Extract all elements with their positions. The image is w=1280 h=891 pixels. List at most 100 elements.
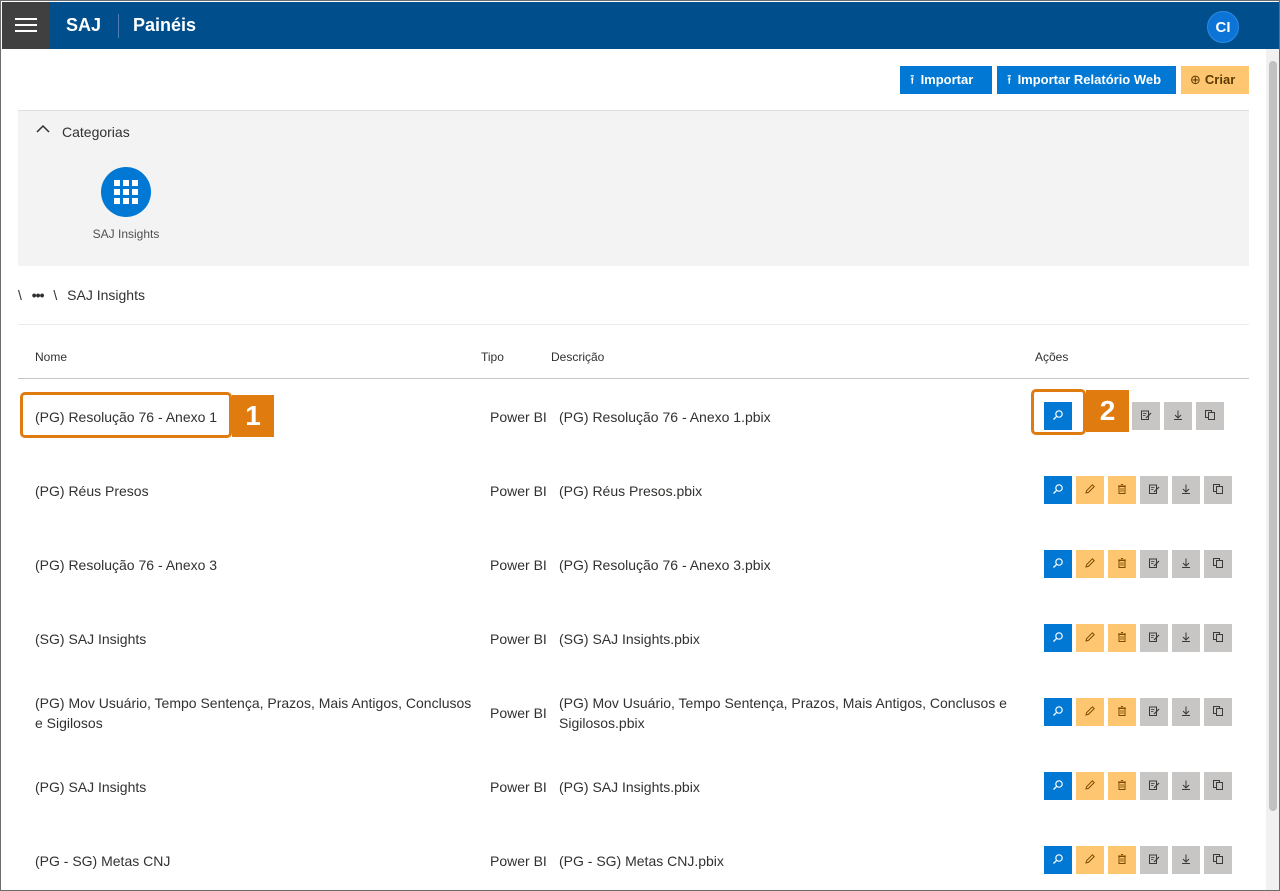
row-description: (PG) Réus Presos.pbix <box>559 483 703 499</box>
download-icon <box>1180 778 1192 794</box>
view-button[interactable] <box>1044 846 1072 874</box>
search-icon <box>1052 852 1064 868</box>
properties-button[interactable] <box>1140 476 1168 504</box>
row-name[interactable]: (PG) Mov Usuário, Tempo Sentença, Prazos… <box>35 676 475 750</box>
edit-button[interactable] <box>1076 698 1104 726</box>
pencil-icon <box>1084 852 1096 868</box>
properties-button[interactable] <box>1140 550 1168 578</box>
category-label[interactable]: SAJ Insights <box>80 227 172 241</box>
search-icon <box>1052 630 1064 646</box>
download-button[interactable] <box>1172 550 1200 578</box>
copy-button[interactable] <box>1204 476 1232 504</box>
row-type: Power BI <box>490 779 547 795</box>
copy-icon <box>1204 408 1216 424</box>
breadcrumb-current: SAJ Insights <box>67 287 145 303</box>
delete-button[interactable] <box>1108 550 1136 578</box>
breadcrumb-more-button[interactable]: ••• <box>32 287 45 303</box>
properties-button[interactable] <box>1140 846 1168 874</box>
edit-document-icon <box>1148 482 1160 498</box>
copy-icon <box>1212 704 1224 720</box>
properties-button[interactable] <box>1140 698 1168 726</box>
download-button[interactable] <box>1172 846 1200 874</box>
delete-button[interactable] <box>1108 624 1136 652</box>
table-row: (PG) Resolução 76 - Anexo 3 Power BI (PG) … <box>18 528 1249 602</box>
delete-button[interactable] <box>1108 698 1136 726</box>
row-type: Power BI <box>490 631 547 647</box>
copy-button[interactable] <box>1204 846 1232 874</box>
edit-button[interactable] <box>1076 772 1104 800</box>
delete-button[interactable] <box>1108 476 1136 504</box>
properties-button[interactable] <box>1140 624 1168 652</box>
column-header-description[interactable]: Descrição <box>551 350 604 364</box>
upload-icon: ⭱ <box>910 72 915 87</box>
view-button[interactable] <box>1044 772 1072 800</box>
row-type: Power BI <box>490 705 547 721</box>
category-tile-saj-insights[interactable]: SAJ Insights <box>80 166 170 246</box>
pencil-icon <box>1084 778 1096 794</box>
row-name[interactable]: (PG) SAJ Insights <box>35 750 475 824</box>
copy-button[interactable] <box>1204 772 1232 800</box>
download-button[interactable] <box>1172 476 1200 504</box>
download-button[interactable] <box>1172 772 1200 800</box>
copy-button[interactable] <box>1196 402 1224 430</box>
row-description: (SG) SAJ Insights.pbix <box>559 631 700 647</box>
page-title: Painéis <box>133 15 197 35</box>
create-button[interactable]: ⊕ Criar <box>1181 66 1249 94</box>
column-header-type[interactable]: Tipo <box>481 350 504 364</box>
delete-button[interactable] <box>1108 846 1136 874</box>
import-web-report-button[interactable]: ⭱ Importar Relatório Web <box>997 66 1176 94</box>
row-name[interactable]: (PG) Resolução 76 - Anexo 3 <box>35 528 475 602</box>
view-button[interactable] <box>1044 550 1072 578</box>
row-name[interactable]: (PG) Réus Presos <box>35 454 475 528</box>
annotation-badge-1: 1 <box>232 395 274 437</box>
download-button[interactable] <box>1172 698 1200 726</box>
pencil-icon <box>1084 556 1096 572</box>
edit-button[interactable] <box>1076 624 1104 652</box>
row-description: (PG - SG) Metas CNJ.pbix <box>559 853 724 869</box>
chevron-up-icon[interactable] <box>36 123 50 137</box>
scrollbar-thumb[interactable] <box>1269 61 1277 811</box>
view-button[interactable] <box>1044 476 1072 504</box>
import-button[interactable]: ⭱ Importar <box>900 66 992 94</box>
annotation-badge-2: 2 <box>1086 390 1129 432</box>
breadcrumb-separator: \ <box>53 287 58 303</box>
copy-button[interactable] <box>1204 550 1232 578</box>
view-button[interactable] <box>1044 624 1072 652</box>
column-header-name[interactable]: Nome <box>35 350 67 364</box>
divider <box>18 324 1249 325</box>
edit-button[interactable] <box>1076 476 1104 504</box>
delete-button[interactable] <box>1108 772 1136 800</box>
view-button[interactable] <box>1044 698 1072 726</box>
download-icon <box>1180 852 1192 868</box>
edit-document-icon <box>1148 556 1160 572</box>
row-name[interactable]: (PG - SG) Metas CNJ <box>35 824 475 890</box>
properties-button[interactable] <box>1132 402 1160 430</box>
vertical-scrollbar[interactable] <box>1266 49 1279 890</box>
row-description: (PG) Mov Usuário, Tempo Sentença, Prazos… <box>559 695 1007 731</box>
trash-icon <box>1116 482 1128 498</box>
menu-icon[interactable] <box>2 2 49 49</box>
trash-icon <box>1116 704 1128 720</box>
category-circle[interactable] <box>101 167 151 217</box>
properties-button[interactable] <box>1140 772 1168 800</box>
edit-document-icon <box>1148 852 1160 868</box>
download-icon <box>1180 556 1192 572</box>
row-description: (PG) Resolução 76 - Anexo 3.pbix <box>559 557 771 573</box>
categories-title[interactable]: Categorias <box>62 124 130 140</box>
avatar[interactable]: CI <box>1207 11 1239 43</box>
annotation-highlight-1 <box>20 392 232 438</box>
edit-button[interactable] <box>1076 846 1104 874</box>
copy-icon <box>1212 778 1224 794</box>
copy-button[interactable] <box>1204 698 1232 726</box>
search-icon <box>1052 778 1064 794</box>
app-name[interactable]: SAJ <box>66 15 101 36</box>
upload-icon: ⭱ <box>1007 72 1012 87</box>
copy-button[interactable] <box>1204 624 1232 652</box>
pencil-icon <box>1084 482 1096 498</box>
download-button[interactable] <box>1172 624 1200 652</box>
row-description: (PG) SAJ Insights.pbix <box>559 779 700 795</box>
download-icon <box>1180 704 1192 720</box>
edit-button[interactable] <box>1076 550 1104 578</box>
row-name[interactable]: (SG) SAJ Insights <box>35 602 475 676</box>
download-button[interactable] <box>1164 402 1192 430</box>
